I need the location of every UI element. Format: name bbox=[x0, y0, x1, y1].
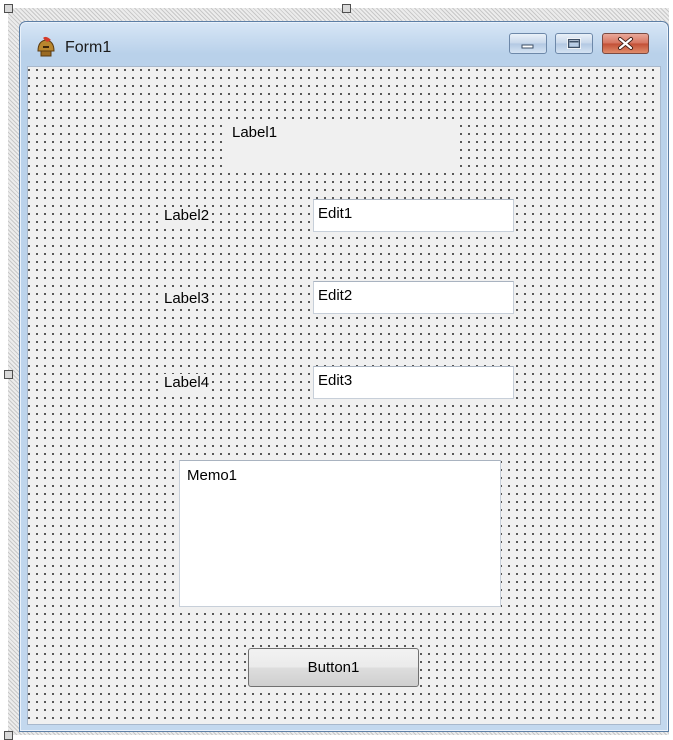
window-title: Form1 bbox=[65, 39, 112, 56]
close-button[interactable] bbox=[602, 33, 649, 54]
edit2[interactable]: Edit2 bbox=[313, 281, 514, 314]
resize-handle-bottom-left[interactable] bbox=[4, 731, 13, 740]
label2: Label2 bbox=[164, 207, 210, 225]
button1[interactable]: Button1 bbox=[248, 648, 419, 687]
label3: Label3 bbox=[164, 290, 210, 308]
edit1[interactable]: Edit1 bbox=[313, 199, 514, 232]
maximize-icon bbox=[567, 38, 581, 49]
form-client-area[interactable]: Label1 Label2 Edit1 Label3 Edit2 Label4 … bbox=[27, 66, 661, 725]
edit3[interactable]: Edit3 bbox=[313, 366, 514, 399]
delphi-helmet-icon bbox=[37, 36, 55, 57]
maximize-button[interactable] bbox=[555, 33, 593, 54]
label4: Label4 bbox=[164, 374, 210, 392]
title-bar[interactable]: Form1 bbox=[20, 22, 668, 66]
minimize-button[interactable] bbox=[509, 33, 547, 54]
label1: Label1 bbox=[225, 124, 457, 167]
close-icon bbox=[618, 37, 633, 50]
form-window: Form1 Label1 Label2 Edit1 Label3 Edit2 L… bbox=[19, 21, 669, 732]
resize-handle-left[interactable] bbox=[4, 370, 13, 379]
minimize-icon bbox=[521, 44, 534, 49]
resize-handle-top[interactable] bbox=[342, 4, 351, 13]
memo1[interactable]: Memo1 bbox=[179, 460, 501, 607]
resize-handle-top-left[interactable] bbox=[4, 4, 13, 13]
label1-text: Label1 bbox=[232, 124, 278, 141]
